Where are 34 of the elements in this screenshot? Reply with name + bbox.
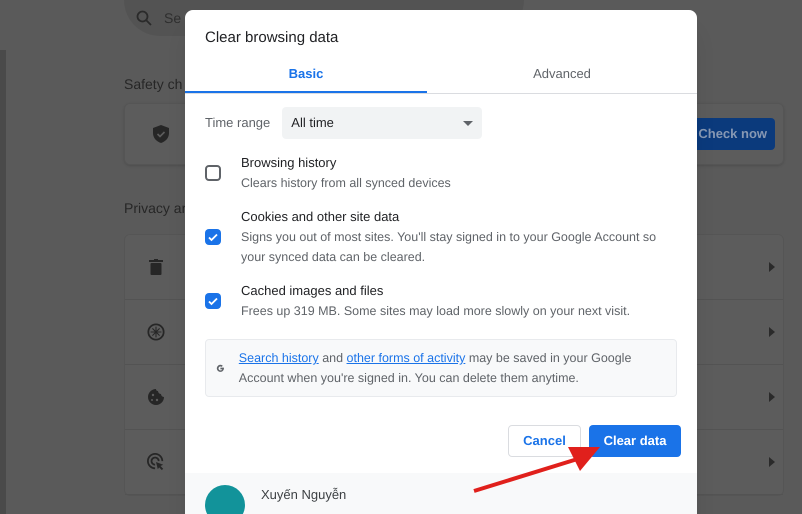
checkbox[interactable] [205,165,221,181]
avatar [205,485,245,514]
search-icon [136,10,152,26]
clear-data-button[interactable]: Clear data [589,425,681,457]
chevron-right-icon [769,327,775,337]
option-description: Clears history from all synced devices [241,175,451,192]
compass-icon [147,322,165,342]
chevron-right-icon [769,457,775,467]
cursor-target-icon [147,452,165,472]
account-name: Xuyến Nguyễn [261,486,346,504]
dialog-title: Clear browsing data [205,28,338,48]
caret-icon [463,120,474,126]
option-label: Cookies and other site data [241,208,400,226]
cookie-icon [147,388,165,406]
chevron-right-icon [769,392,775,402]
tab[interactable]: Basic [185,57,427,93]
cancel-button[interactable]: Cancel [508,425,581,457]
link[interactable]: other forms of activity [346,351,466,365]
chevron-right-icon [769,262,775,272]
info-text: Search history and other forms of activity may be saved in your Google Account when you're signed in. You can delete them anytime. [238,350,632,387]
link[interactable]: Search history [238,351,319,365]
check-icon [207,231,219,243]
option-description: Frees up 319 MB. Some sites may load more slowly on your next visit. [241,303,630,320]
checkbox[interactable] [205,229,221,245]
time-range-dropdown[interactable]: All time [282,107,482,139]
checkbox[interactable] [205,293,221,309]
field-label: Time range [205,114,270,132]
option-description: Signs you out of most sites. You'll stay signed in to your Google Account so your synced data can be cleared. [241,229,658,266]
option-label: Browsing history [241,154,338,172]
check-icon [207,295,219,307]
trash-icon [149,259,163,275]
tab[interactable]: Advanced [427,57,697,93]
shield-icon [153,125,169,143]
option-label: Cached images and files [241,282,384,300]
